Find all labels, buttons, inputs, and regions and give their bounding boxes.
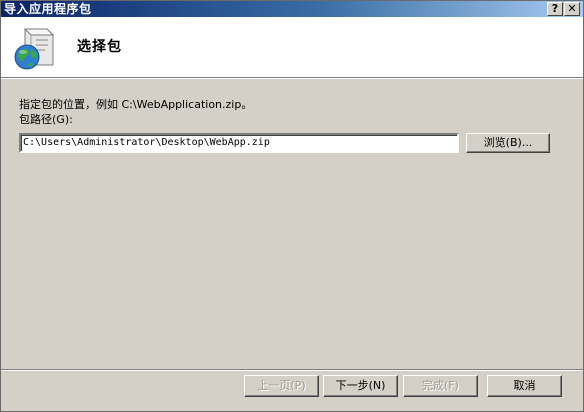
wizard-footer: 上一页(P) 下一步(N) 完成(F) 取消 bbox=[1, 371, 583, 411]
page-title: 选择包 bbox=[77, 39, 122, 55]
close-button[interactable]: ✕ bbox=[564, 2, 580, 16]
cancel-button[interactable]: 取消 bbox=[487, 375, 562, 397]
package-path-input[interactable]: C:\Users\Administrator\Desktop\WebApp.zi… bbox=[19, 133, 459, 153]
import-package-dialog: 导入应用程序包 ? ✕ 选择包 指定包的位置，例如 C:\WebApplicat… bbox=[0, 0, 584, 412]
window-title: 导入应用程序包 bbox=[4, 2, 92, 16]
back-button[interactable]: 上一页(P) bbox=[244, 375, 319, 397]
description-text: 指定包的位置，例如 C:\WebApplication.zip。 bbox=[19, 98, 253, 111]
next-button[interactable]: 下一步(N) bbox=[323, 375, 398, 397]
finish-button[interactable]: 完成(F) bbox=[403, 375, 478, 397]
wizard-header: 选择包 bbox=[1, 17, 583, 78]
package-globe-icon bbox=[9, 25, 57, 73]
title-bar[interactable]: 导入应用程序包 ? ✕ bbox=[1, 1, 583, 17]
path-label: 包路径(G): bbox=[19, 113, 73, 126]
wizard-content: 指定包的位置，例如 C:\WebApplication.zip。 包路径(G):… bbox=[1, 79, 583, 369]
help-button[interactable]: ? bbox=[547, 2, 563, 16]
browse-button[interactable]: 浏览(B)... bbox=[466, 133, 550, 153]
